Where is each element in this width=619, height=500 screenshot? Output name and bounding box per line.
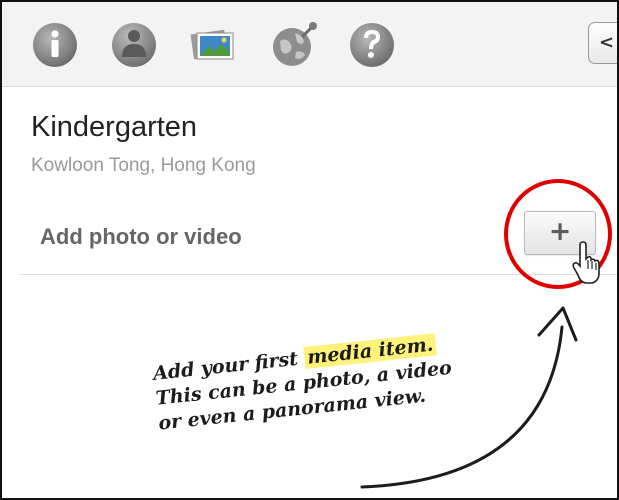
place-panel: < Kindergarten Kowloon Tong, Hong Kong A… xyxy=(0,0,619,500)
callout-text: Add your first media item. This can be a… xyxy=(152,324,518,436)
toolbar: < xyxy=(2,2,617,87)
collapse-panel-button[interactable]: < xyxy=(588,22,617,64)
add-media-label: Add photo or video xyxy=(40,224,242,249)
globe-icon[interactable] xyxy=(268,19,320,71)
add-media-button[interactable]: + xyxy=(524,211,596,255)
place-address: Kowloon Tong, Hong Kong xyxy=(31,155,256,176)
divider xyxy=(19,274,617,275)
photos-icon[interactable] xyxy=(186,19,238,71)
chevron-left-icon: < xyxy=(599,32,615,53)
help-icon[interactable] xyxy=(346,19,398,71)
street-view-icon[interactable] xyxy=(108,19,160,71)
plus-icon: + xyxy=(548,216,572,247)
info-icon[interactable] xyxy=(29,19,81,71)
place-title: Kindergarten xyxy=(31,111,198,143)
